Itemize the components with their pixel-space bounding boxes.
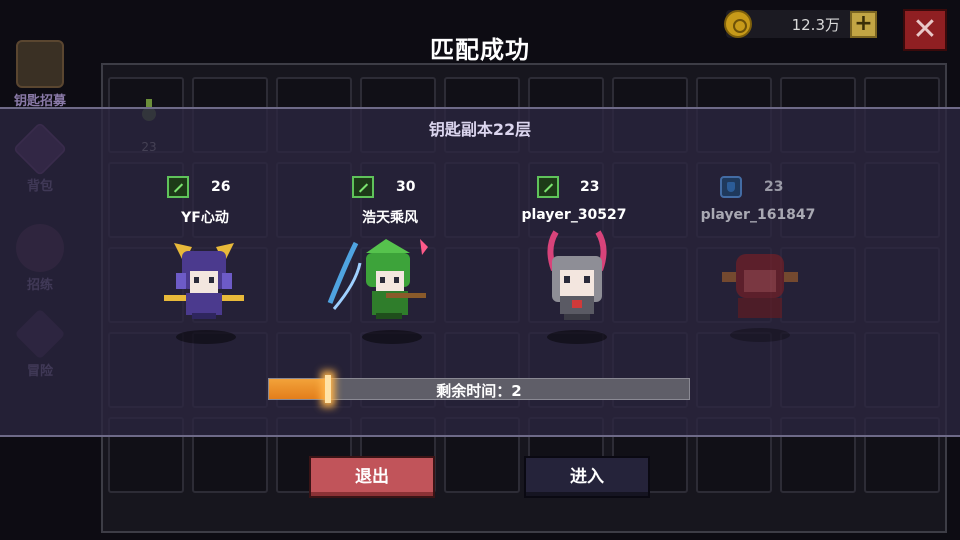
player-avatar <box>544 230 610 326</box>
dialog-title: 匹配成功 <box>430 36 530 64</box>
sword-level-icon <box>352 176 374 198</box>
add-currency-button[interactable]: + <box>850 11 877 38</box>
player-name: YF心动 <box>181 210 229 226</box>
avatar-shadow <box>176 330 236 344</box>
shield-level-icon <box>720 176 742 198</box>
player-name: 浩天乘风 <box>362 210 418 226</box>
player-avatar-silhouette <box>718 248 802 324</box>
sword-level-icon <box>537 176 559 198</box>
sword-level-icon <box>167 176 189 198</box>
coin-amount: 12.3万 <box>791 16 840 34</box>
player-level: 30 <box>396 179 416 195</box>
avatar-shadow <box>362 330 422 344</box>
player-name: player_161847 <box>700 207 816 223</box>
player-name: player_30527 <box>521 207 627 223</box>
exit-button[interactable]: 退出 <box>309 456 435 498</box>
close-button[interactable]: ✕ <box>903 9 947 51</box>
player-avatar <box>326 233 432 325</box>
player-level: 23 <box>580 179 600 195</box>
player-level: 23 <box>764 179 784 195</box>
coin-icon <box>724 10 752 38</box>
side-menu-item-key-recruit[interactable]: 钥匙招募 <box>8 40 72 109</box>
avatar-shadow <box>730 328 790 342</box>
dungeon-name: 钥匙副本22层 <box>428 120 532 139</box>
countdown-label: 剩余时间：2 <box>436 382 522 400</box>
enter-button[interactable]: 进入 <box>524 456 650 498</box>
castle-icon <box>16 40 64 88</box>
avatar-shadow <box>547 330 607 344</box>
player-avatar <box>162 233 246 325</box>
player-level: 26 <box>211 179 231 195</box>
